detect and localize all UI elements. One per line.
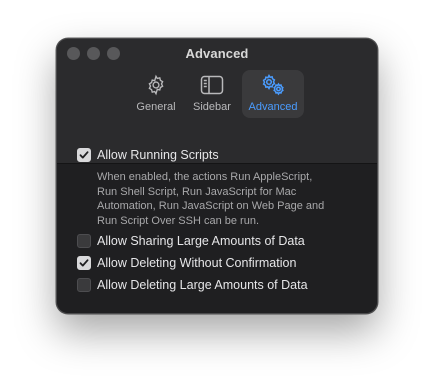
description-line: When enabled, the actions Run AppleScrip…: [97, 171, 313, 183]
titlebar-toolbar: Advanced General Sidebar Advanced: [57, 39, 377, 164]
allow-deleting-without-confirmation-row[interactable]: Allow Deleting Without Confirmation: [77, 256, 296, 270]
description-line: Automation, Run JavaScript on Web Page a…: [97, 200, 325, 212]
tab-general[interactable]: General: [131, 70, 181, 118]
tab-general-label: General: [136, 101, 176, 113]
window-title: Advanced: [185, 46, 249, 61]
allow-deleting-large-data-row[interactable]: Allow Deleting Large Amounts of Data: [77, 278, 308, 292]
allow-deleting-large-data-label: Allow Deleting Large Amounts of Data: [97, 278, 308, 292]
allow-running-scripts-label: Allow Running Scripts: [97, 148, 219, 162]
description-line: Run Shell Script, Run JavaScript for Mac: [97, 185, 297, 198]
allow-sharing-large-data-row[interactable]: Allow Sharing Large Amounts of Data: [77, 234, 305, 248]
checkmark-icon: [79, 151, 89, 159]
allow-running-scripts-checkbox[interactable]: [77, 148, 91, 162]
tab-sidebar-label: Sidebar: [193, 101, 231, 113]
allow-sharing-large-data-checkbox[interactable]: [77, 234, 91, 248]
allow-deleting-without-confirmation-label: Allow Deleting Without Confirmation: [97, 256, 297, 270]
allow-sharing-large-data-label: Allow Sharing Large Amounts of Data: [97, 234, 305, 248]
description-line: Run Script Over SSH can be run.: [97, 214, 260, 227]
allow-running-scripts-row[interactable]: Allow Running Scripts: [77, 148, 219, 162]
allow-running-scripts-description: When enabled, the actions Run AppleScrip…: [97, 170, 367, 228]
gear-icon: [145, 73, 167, 97]
allow-deleting-large-data-checkbox[interactable]: [77, 278, 91, 292]
gears-icon: [259, 73, 287, 97]
tab-advanced[interactable]: Advanced: [242, 70, 304, 118]
checkmark-icon: [79, 259, 89, 267]
sidebar-icon: [200, 73, 224, 97]
tab-advanced-label: Advanced: [248, 101, 298, 113]
allow-deleting-without-confirmation-checkbox[interactable]: [77, 256, 91, 270]
preferences-window: Advanced General Sidebar Advanced Allow …: [56, 38, 378, 314]
tab-sidebar[interactable]: Sidebar: [187, 70, 237, 118]
